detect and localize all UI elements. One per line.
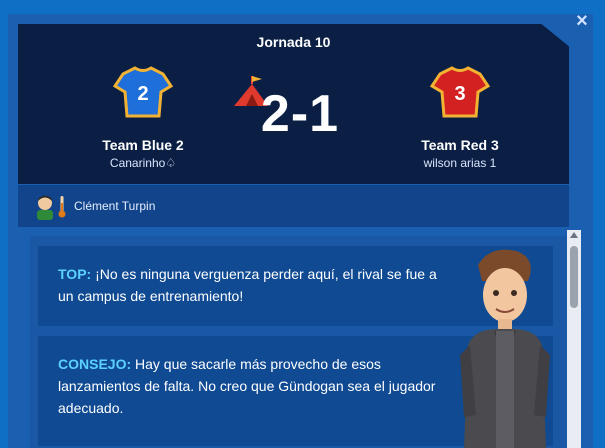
home-team: 2 Team Blue 2 Canarinho♤	[63, 64, 223, 170]
assistant-character-icon	[460, 249, 550, 448]
match-score: 2-1	[260, 85, 340, 143]
referee-name: Clément Turpin	[74, 199, 156, 213]
away-manager: wilson arias 1	[423, 156, 497, 170]
away-team-name: Team Red 3	[421, 137, 499, 153]
thermometer-icon	[58, 196, 66, 218]
match-header: Jornada 10 2 Team Blue 2 Canarinho♤ 2-1 …	[18, 24, 569, 184]
referee-avatar-icon	[37, 195, 53, 220]
tip-text: ¡No es ninguna verguenza perder aquí, el…	[58, 266, 437, 304]
away-team: 3 Team Red 3 wilson arias 1	[380, 64, 540, 170]
home-team-name: Team Blue 2	[102, 137, 184, 153]
home-shirt-icon: 2	[112, 66, 174, 118]
scroll-up-icon[interactable]	[570, 232, 578, 238]
scroll-thumb[interactable]	[570, 246, 578, 308]
away-shirt-number: 3	[454, 83, 465, 105]
round-label: Jornada 10	[256, 34, 331, 50]
home-manager: Canarinho♤	[109, 156, 177, 170]
away-shirt-icon: 3	[429, 66, 491, 118]
close-icon[interactable]: ×	[573, 11, 591, 31]
scrollbar[interactable]	[567, 230, 581, 448]
home-shirt-number: 2	[137, 83, 148, 105]
tip-tag: CONSEJO:	[58, 356, 132, 372]
tip-tag: TOP:	[58, 266, 92, 282]
referee-row: Clément Turpin	[18, 185, 569, 227]
